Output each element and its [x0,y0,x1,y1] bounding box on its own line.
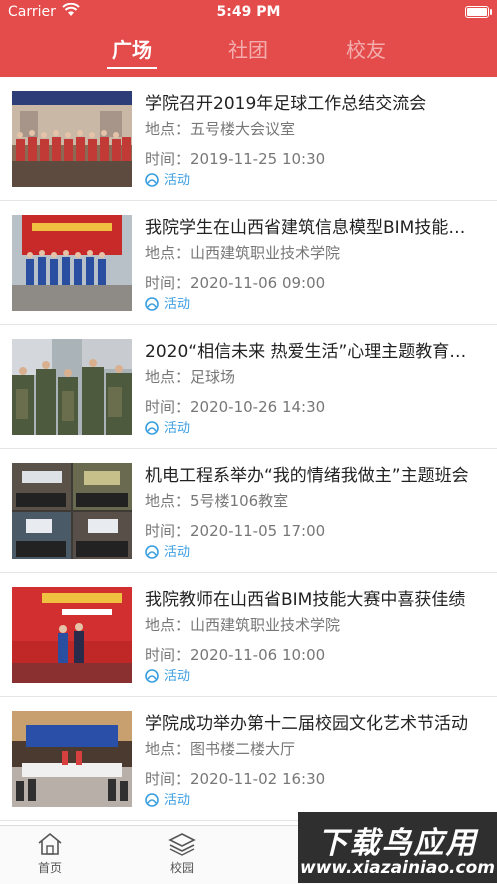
tabbar-label: 首页 [37,861,62,875]
activity-tag-icon [145,173,159,187]
activity-tag: 活动 [145,417,190,436]
tab-clubs[interactable]: 社团 [208,34,288,63]
activity-tag-label: 活动 [164,297,191,312]
activity-photo [12,587,132,683]
tabbar-item-campus[interactable]: 校园 [152,832,212,876]
activity-title: 学院成功举办第十二届校园文化艺术节活动 [145,714,468,734]
activity-title: 我院教师在山西省BIM技能大赛中喜获佳绩 [145,590,466,610]
watermark-logo: 下载鸟应用 www.xiazainiao.com [298,812,497,883]
activity-location: 地点：五号楼大会议室 [145,120,296,138]
activity-time: 时间：2020-11-06 09:00 [145,274,326,292]
activity-tag: 活动 [145,541,190,560]
activity-photo [12,215,132,311]
activity-tag: 活动 [145,789,190,808]
list-item[interactable]: 学院成功举办第十二届校园文化艺术节活动 地点：图书楼二楼大厅 时间：2020-1… [0,697,497,821]
activity-location: 地点：5号楼106教室 [145,492,289,510]
tab-alumni[interactable]: 校友 [326,34,406,63]
activity-tag-label: 活动 [164,669,191,684]
status-time: 5:49 PM [216,4,281,20]
activity-location: 地点：图书楼二楼大厅 [145,740,296,758]
activity-photo [12,339,132,435]
activity-tag-icon [145,669,159,683]
layers-icon [168,833,196,856]
activity-location: 地点：山西建筑职业技术学院 [145,244,341,262]
activity-photo [12,711,132,807]
tabbar-label: 校园 [169,861,194,875]
activity-tag-icon [145,421,159,435]
activity-tag: 活动 [145,169,190,188]
list-item[interactable]: 我院教师在山西省BIM技能大赛中喜获佳绩 地点：山西建筑职业技术学院 时间：20… [0,573,497,697]
activity-tag-label: 活动 [164,793,191,808]
activity-list[interactable]: 学院召开2019年足球工作总结交流会 地点：五号楼大会议室 时间：2019-11… [0,77,497,825]
status-bar: Carrier 5:49 PM [0,0,497,26]
battery-icon [465,6,492,18]
activity-time: 时间：2019-11-25 10:30 [145,150,326,168]
activity-tag: 活动 [145,293,190,312]
top-tabs: 广场 社团 校友 [0,30,497,77]
list-item[interactable]: 机电工程系举办“我的情绪我做主”主题班会 地点：5号楼106教室 时间：2020… [0,449,497,573]
list-item[interactable]: 我院学生在山西省建筑信息模型BIM技能大赛中获奖 地点：山西建筑职业技术学院 时… [0,201,497,325]
activity-location: 地点：足球场 [145,368,236,386]
activity-photo [12,91,132,187]
activity-tag-icon [145,297,159,311]
activity-title: 2020“相信未来 热爱生活”心理主题教育活动 [145,342,475,362]
watermark-url: www.xiazainiao.com [300,858,495,878]
activity-time: 时间：2020-11-02 16:30 [145,770,326,788]
activity-title: 学院召开2019年足球工作总结交流会 [145,94,427,114]
activity-tag-label: 活动 [164,421,191,436]
activity-photo [12,463,132,559]
activity-title: 机电工程系举办“我的情绪我做主”主题班会 [145,466,469,486]
activity-tag-label: 活动 [164,545,191,560]
activity-tag-label: 活动 [164,173,191,188]
activity-time: 时间：2020-10-26 14:30 [145,398,326,416]
header-bar: Carrier 5:49 PM 广场 社团 校友 [0,0,497,77]
activity-tag-icon [145,793,159,807]
list-item[interactable]: 学院召开2019年足球工作总结交流会 地点：五号楼大会议室 时间：2019-11… [0,77,497,201]
activity-time: 时间：2020-11-06 10:00 [145,646,326,664]
tab-plaza[interactable]: 广场 [92,34,172,63]
active-tab-indicator [107,67,157,69]
activity-time: 时间：2020-11-05 17:00 [145,522,326,540]
tabbar-item-home[interactable]: 首页 [20,832,80,876]
list-item[interactable]: 2020“相信未来 热爱生活”心理主题教育活动 地点：足球场 时间：2020-1… [0,325,497,449]
activity-tag-icon [145,545,159,559]
activity-location: 地点：山西建筑职业技术学院 [145,616,341,634]
home-icon [38,832,62,855]
activity-title: 我院学生在山西省建筑信息模型BIM技能大赛中获奖 [145,218,475,238]
watermark-title: 下载鸟应用 [317,826,478,861]
activity-tag: 活动 [145,665,190,684]
